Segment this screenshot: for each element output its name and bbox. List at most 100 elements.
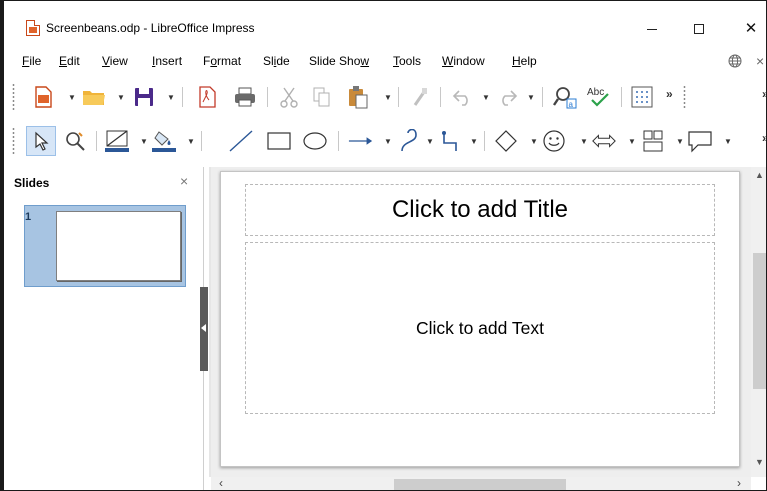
chevron-down-icon[interactable]: ▼ xyxy=(140,137,148,146)
curve-icon[interactable] xyxy=(396,128,422,154)
globe-icon[interactable] xyxy=(728,54,742,71)
menu-edit[interactable]: Edit xyxy=(59,54,80,68)
flowchart-icon[interactable] xyxy=(640,128,666,154)
basic-shapes-icon[interactable] xyxy=(493,128,519,154)
maximize-button[interactable] xyxy=(676,15,722,43)
pane-splitter-handle[interactable] xyxy=(200,287,208,371)
clone-formatting-icon[interactable] xyxy=(407,84,433,110)
slide-canvas[interactable]: Click to add Title Click to add Text xyxy=(220,171,740,467)
menu-tools[interactable]: Tools xyxy=(393,54,421,68)
chevron-down-icon[interactable]: ▼ xyxy=(470,137,478,146)
chevron-down-icon[interactable]: ▼ xyxy=(527,93,535,102)
slides-pane: Slides × 1 xyxy=(4,167,204,490)
title-bar: Screenbeans.odp - LibreOffice Impress ✕ xyxy=(4,1,766,45)
maximize-icon xyxy=(694,24,704,35)
chevron-down-icon[interactable]: ▼ xyxy=(384,93,392,102)
menu-window[interactable]: Window xyxy=(442,54,485,68)
slide-thumbnail[interactable] xyxy=(56,211,181,281)
close-document-button[interactable]: × xyxy=(756,53,764,69)
app-window: Screenbeans.odp - LibreOffice Impress ✕ … xyxy=(0,0,767,491)
minimize-button[interactable] xyxy=(629,15,675,43)
chevron-down-icon[interactable]: ▼ xyxy=(724,137,732,146)
more-tools-button[interactable]: » xyxy=(666,87,673,101)
select-arrow-icon[interactable] xyxy=(28,128,54,154)
menu-help[interactable]: Help xyxy=(512,54,537,68)
menu-insert[interactable]: Insert xyxy=(152,54,182,68)
menu-format[interactable]: Format xyxy=(203,54,241,68)
svg-text:a: a xyxy=(569,100,574,109)
toolbar-grip[interactable] xyxy=(683,85,686,109)
horizontal-scrollbar[interactable]: ‹ › xyxy=(211,476,751,490)
chevron-down-icon[interactable]: ▼ xyxy=(187,137,195,146)
toolbar-separator xyxy=(201,131,202,151)
chevron-down-icon[interactable]: ▼ xyxy=(426,137,434,146)
title-placeholder[interactable]: Click to add Title xyxy=(245,184,715,236)
zoom-pan-icon[interactable] xyxy=(62,128,88,154)
grid-icon[interactable] xyxy=(629,84,655,110)
close-icon: ✕ xyxy=(744,20,758,37)
horizontal-scroll-thumb[interactable] xyxy=(394,479,566,490)
drawing-toolbar: ▼ ▼ ▼ ▼ ▼ ▼ ▼ ▼ ▼ ▼ xyxy=(4,123,766,159)
window-title: Screenbeans.odp - LibreOffice Impress xyxy=(46,21,255,35)
chevron-down-icon[interactable]: ▼ xyxy=(580,137,588,146)
arrow-line-icon[interactable] xyxy=(348,128,374,154)
menu-slide-show[interactable]: Slide Show xyxy=(309,54,369,68)
connector-icon[interactable] xyxy=(437,128,463,154)
toolbar-separator xyxy=(484,131,485,151)
rectangle-icon[interactable] xyxy=(266,128,292,154)
toolbar-separator xyxy=(542,87,543,107)
more-drawing-tools-button[interactable]: » xyxy=(762,131,766,145)
chevron-down-icon[interactable]: ▼ xyxy=(676,137,684,146)
chevron-down-icon[interactable]: ▼ xyxy=(384,137,392,146)
impress-document-icon xyxy=(26,20,40,36)
symbol-shapes-icon[interactable] xyxy=(541,128,567,154)
line-icon[interactable] xyxy=(228,128,254,154)
undo-icon[interactable] xyxy=(450,84,476,110)
callout-icon[interactable] xyxy=(687,128,713,154)
chevron-down-icon[interactable]: ▼ xyxy=(117,93,125,102)
more-toolbars-button[interactable]: » xyxy=(762,87,766,101)
vertical-scrollbar[interactable]: ▲ ▼ xyxy=(751,167,766,477)
minimize-icon xyxy=(647,28,657,30)
scroll-up-icon[interactable]: ▲ xyxy=(755,170,764,180)
paste-icon[interactable] xyxy=(345,84,371,110)
export-pdf-icon[interactable] xyxy=(194,84,220,110)
chevron-down-icon[interactable]: ▼ xyxy=(628,137,636,146)
fill-color-icon[interactable] xyxy=(151,128,177,154)
close-slides-pane-button[interactable]: × xyxy=(180,173,188,189)
scroll-left-icon[interactable]: ‹ xyxy=(219,476,223,490)
slides-pane-title: Slides xyxy=(14,176,50,190)
chevron-down-icon[interactable]: ▼ xyxy=(530,137,538,146)
toolbar-grip[interactable] xyxy=(12,127,15,155)
menu-file[interactable]: File xyxy=(22,54,41,68)
line-color-icon[interactable] xyxy=(104,128,130,154)
chevron-down-icon[interactable]: ▼ xyxy=(68,93,76,102)
redo-icon[interactable] xyxy=(494,84,520,110)
ellipse-icon[interactable] xyxy=(302,128,328,154)
menu-slide[interactable]: Slide xyxy=(263,54,290,68)
chevron-down-icon[interactable]: ▼ xyxy=(482,93,490,102)
content-placeholder[interactable]: Click to add Text xyxy=(245,242,715,414)
toolbar-separator xyxy=(398,87,399,107)
slide-workspace: Click to add Title Click to add Text xyxy=(211,167,751,477)
close-window-button[interactable]: ✕ xyxy=(728,15,766,43)
spellcheck-icon[interactable]: Abc xyxy=(586,84,612,110)
print-icon[interactable] xyxy=(232,84,258,110)
slide-number: 1 xyxy=(25,211,32,223)
toolbar-separator xyxy=(440,87,441,107)
vertical-scroll-thumb[interactable] xyxy=(753,253,766,389)
menu-view[interactable]: View xyxy=(102,54,128,68)
chevron-down-icon[interactable]: ▼ xyxy=(167,93,175,102)
new-document-icon[interactable] xyxy=(30,84,56,110)
scroll-down-icon[interactable]: ▼ xyxy=(755,457,764,467)
toolbar-grip[interactable] xyxy=(12,83,15,111)
open-folder-icon[interactable] xyxy=(81,84,107,110)
copy-icon[interactable] xyxy=(309,84,335,110)
find-replace-icon[interactable]: a xyxy=(552,84,578,110)
toolbar-separator xyxy=(96,131,97,151)
cut-icon[interactable] xyxy=(276,84,302,110)
scroll-right-icon[interactable]: › xyxy=(737,476,741,490)
block-arrows-icon[interactable] xyxy=(591,128,617,154)
toolbar-separator xyxy=(338,131,339,151)
save-icon[interactable] xyxy=(131,84,157,110)
